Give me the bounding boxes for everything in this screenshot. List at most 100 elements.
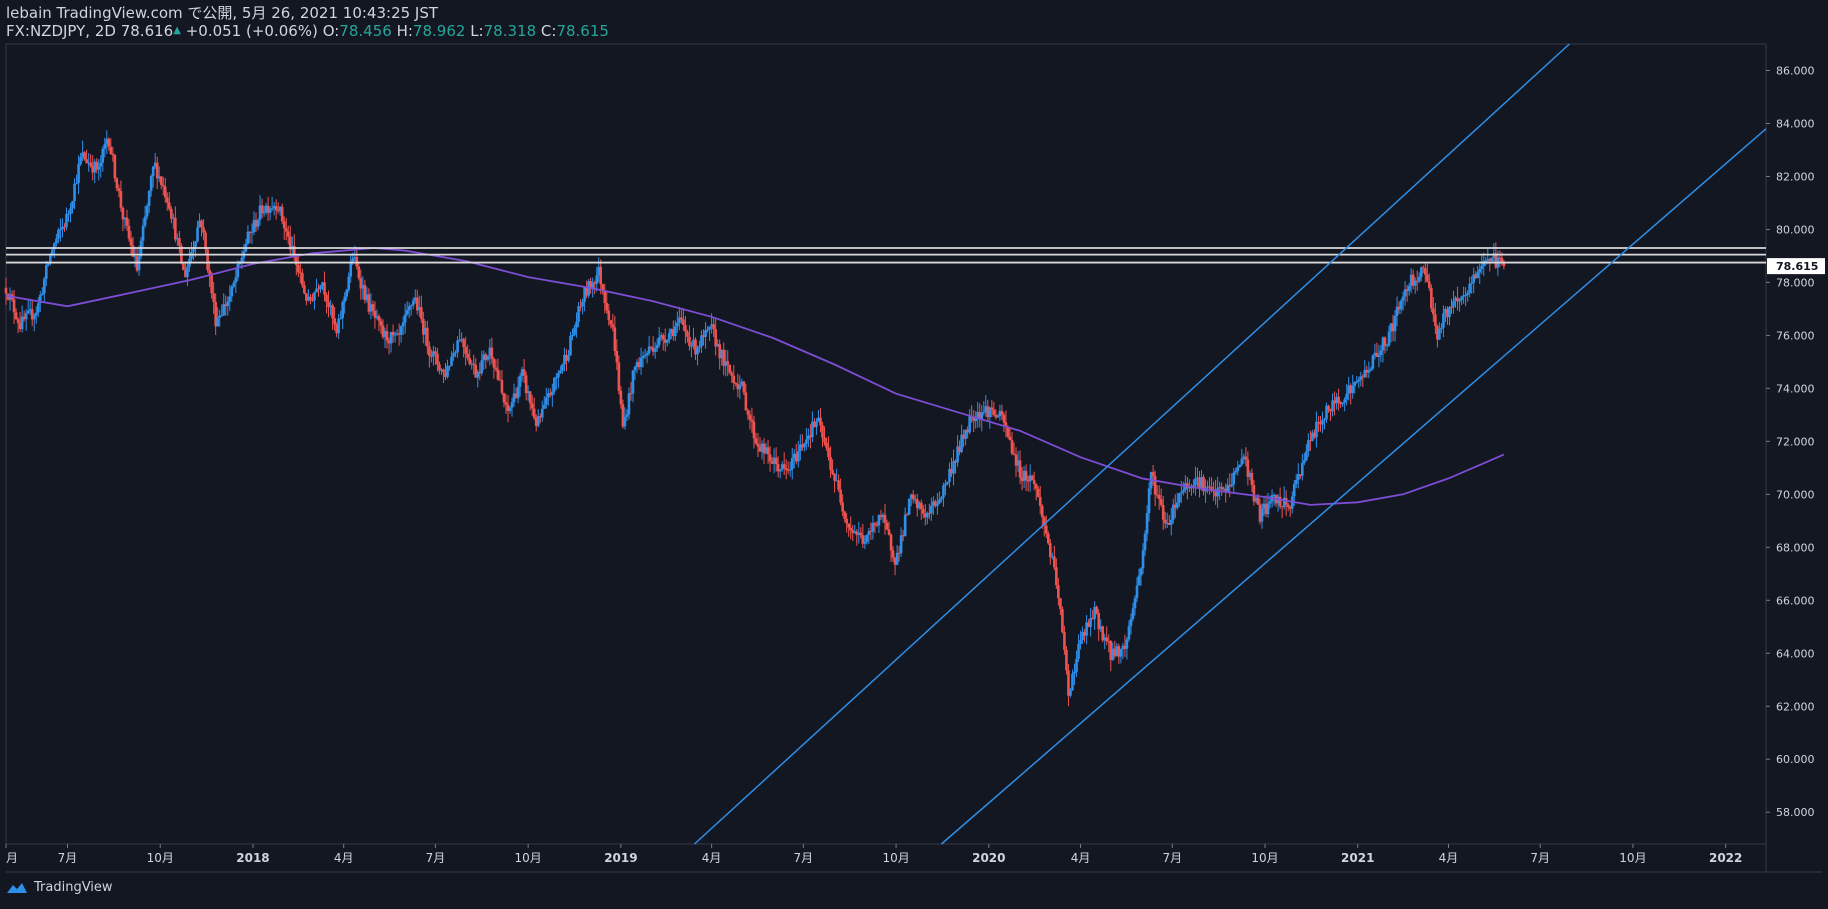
candle-body	[841, 502, 844, 512]
candle-body	[357, 266, 361, 279]
candle-body	[186, 266, 189, 278]
candle-body	[147, 190, 151, 206]
candle-body	[1194, 478, 1197, 486]
candle-body	[1049, 543, 1052, 558]
price-tick-label: 68.000	[1776, 541, 1815, 554]
candle-body	[262, 211, 266, 214]
candles	[4, 130, 1506, 707]
candle-body	[674, 326, 677, 337]
candle-body	[286, 231, 290, 237]
candle-body	[797, 451, 800, 462]
candle-body	[885, 522, 889, 530]
candle-body	[399, 326, 403, 335]
candle-body	[97, 166, 101, 170]
candle-body	[57, 229, 60, 239]
candle-body	[226, 301, 230, 307]
candle-body	[1036, 488, 1040, 498]
candle-body	[210, 275, 213, 294]
candle-body	[1040, 505, 1044, 518]
candle-body	[1294, 479, 1298, 485]
candle-body	[667, 333, 671, 340]
candle-body	[553, 377, 556, 392]
candle-body	[117, 188, 121, 192]
candle-body	[1125, 639, 1129, 649]
candle-body	[734, 382, 738, 384]
candle-body	[611, 324, 615, 328]
candle-body	[79, 157, 82, 165]
candle-body	[240, 257, 244, 262]
candle-body	[615, 350, 619, 363]
candle-body	[204, 232, 207, 250]
candle-body	[883, 514, 887, 523]
candle-body	[1440, 327, 1443, 329]
candle-body	[833, 473, 836, 481]
candle-body	[889, 534, 893, 551]
candle-body	[766, 447, 770, 455]
candle-body	[1268, 501, 1272, 504]
candle-body	[968, 416, 971, 433]
candle-body	[748, 414, 752, 420]
candle-body	[341, 302, 344, 319]
candle-body	[704, 330, 707, 337]
candle-body	[895, 552, 899, 565]
time-tick-label: 2018	[236, 851, 269, 865]
candle-body	[522, 369, 526, 376]
price-tick-label: 82.000	[1776, 170, 1815, 183]
candle-body	[377, 316, 381, 321]
candle-body	[742, 381, 746, 393]
candle-body	[698, 346, 701, 348]
candle-body	[351, 258, 355, 262]
candle-body	[696, 347, 699, 355]
candle-body	[750, 419, 754, 422]
candle-body	[1434, 314, 1437, 327]
candle-body	[714, 329, 717, 347]
candle-body	[774, 457, 778, 464]
candle-body	[595, 275, 598, 284]
candle-body	[480, 360, 484, 374]
candle-body	[518, 376, 522, 387]
price-tick-label: 72.000	[1776, 435, 1815, 448]
candle-body	[349, 261, 353, 277]
candle-body	[905, 514, 909, 516]
candle-body	[456, 340, 459, 353]
candle-body	[1383, 337, 1387, 346]
candle-body	[639, 357, 643, 368]
candle-body	[1321, 420, 1324, 425]
candle-body	[849, 527, 853, 531]
candle-body	[510, 402, 514, 408]
candle-body	[472, 363, 476, 365]
trend-channel-line	[940, 128, 1767, 845]
candle-body	[24, 313, 28, 320]
price-chart[interactable]: 86.000 84.000 82.000 80.000 78.000 76.000 74.0…	[0, 0, 1828, 909]
candle-body	[625, 414, 629, 417]
candle-body	[113, 155, 117, 179]
candle-body	[99, 162, 103, 167]
candle-body	[829, 457, 832, 470]
candle-body	[1216, 488, 1219, 497]
candle-body	[1377, 355, 1381, 357]
candle-body	[684, 325, 687, 332]
drawings[interactable]	[6, 43, 1767, 845]
candle-body	[732, 375, 736, 383]
time-axis[interactable]: 月 7月 10月 2018 4月 7月 10月 2019 4月 7月 10月 2020 4月 7月 10月 2…	[5, 844, 1742, 865]
candle-body	[940, 497, 943, 500]
candle-body	[1044, 525, 1048, 534]
price-axis[interactable]: 86.000 84.000 82.000 80.000 78.000 76.000 74.0…	[1766, 64, 1825, 819]
candle-body	[200, 220, 203, 228]
candle-body	[859, 532, 863, 536]
candle-body	[1260, 508, 1264, 522]
candle-body	[1379, 350, 1383, 356]
candle-body	[1256, 497, 1260, 505]
candle-body	[1417, 276, 1421, 282]
candle-body	[863, 541, 867, 544]
time-tick-label: 4月	[1439, 851, 1459, 865]
candle-body	[319, 285, 322, 290]
price-tick-label: 66.000	[1776, 594, 1815, 607]
candle-body	[1458, 300, 1461, 302]
candle-body	[313, 292, 316, 301]
candle-body	[815, 421, 818, 427]
candle-body	[1095, 606, 1098, 614]
candle-body	[1371, 355, 1375, 369]
candle-body	[542, 404, 546, 409]
candle-body	[665, 339, 669, 343]
